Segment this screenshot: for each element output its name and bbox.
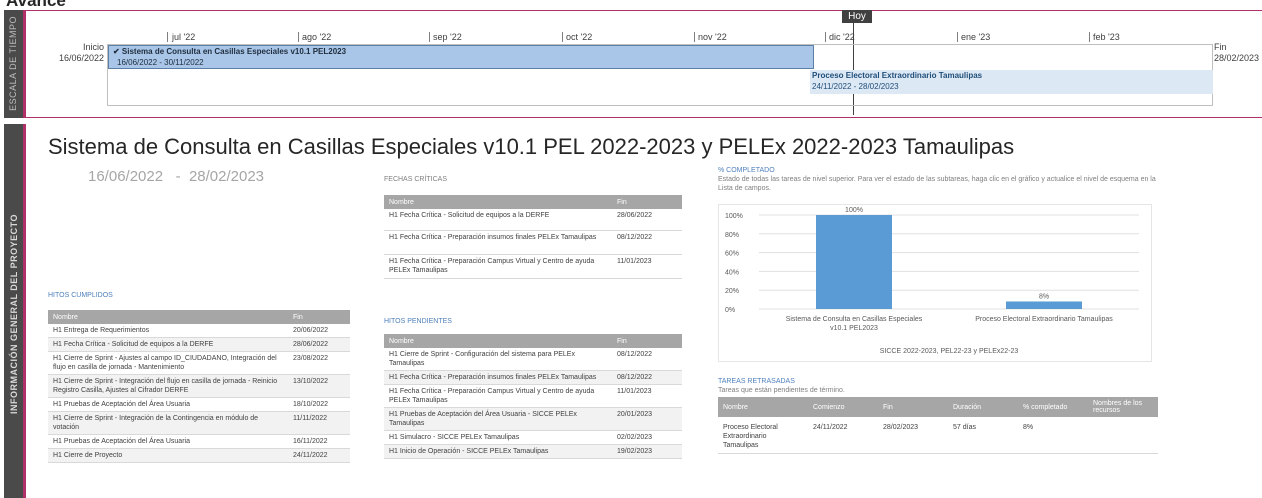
- month-tick: [562, 32, 563, 42]
- table-row[interactable]: H1 Fecha Crítica - Preparación Campus Vi…: [384, 254, 682, 279]
- column-header: Nombre: [718, 397, 808, 417]
- column-header: % completado: [1018, 397, 1088, 417]
- category-label: Proceso Electoral Extraordinario Tamauli…: [975, 316, 1113, 323]
- data-label: 8%: [1039, 293, 1049, 300]
- y-tick-label: 60%: [725, 251, 739, 258]
- task-bar-dates: 16/06/2022 - 30/11/2022: [117, 58, 204, 67]
- table-row[interactable]: H1 Fecha Crítica - Preparación insumos f…: [384, 370, 682, 385]
- month-label: ene '23: [961, 32, 991, 42]
- table-row[interactable]: H1 Pruebas de Aceptación del Área Usuari…: [48, 434, 350, 449]
- month-label: feb '23: [1093, 32, 1120, 42]
- table-row[interactable]: H1 Fecha Crítica - Preparación insumos f…: [384, 230, 682, 255]
- divider: [26, 117, 1262, 118]
- table-row[interactable]: H1 Pruebas de Aceptación del Área Usuari…: [384, 407, 682, 431]
- bar[interactable]: [1006, 301, 1082, 309]
- project-side-label: INFORMACIÓN GENERAL DEL PROYECTO: [4, 124, 26, 498]
- month-label: sep '22: [433, 32, 462, 42]
- timeline-side-label: ESCALA DE TIEMPO: [4, 10, 26, 118]
- table-row[interactable]: H1 Cierre de Sprint - Integración del fl…: [48, 374, 350, 398]
- y-tick-label: 100%: [725, 213, 743, 220]
- column-header: Fin: [878, 397, 948, 417]
- section-label-hitos-cumplidos: HITOS CUMPLIDOS: [48, 292, 113, 299]
- timeline[interactable]: ESCALA DE TIEMPO Hoy jul '22 ago '22 sep…: [4, 10, 1262, 118]
- month-tick: [694, 32, 695, 42]
- month-tick: [429, 32, 430, 42]
- month-label: oct '22: [566, 32, 593, 42]
- timeline-task-bar[interactable]: ✔ Sistema de Consulta en Casillas Especi…: [108, 45, 814, 69]
- column-header: Fin: [288, 310, 350, 324]
- task-bar-title: ✔ Sistema de Consulta en Casillas Especi…: [113, 47, 347, 56]
- tareas-retrasadas-description: Tareas que están pendientes de término.: [718, 387, 845, 394]
- data-label: 100%: [845, 207, 863, 214]
- x-axis-title: SICCE 2022-2023, PEL22-23 y PELEx22-23: [880, 348, 1019, 355]
- table-row[interactable]: H1 Cierre de Proyecto 24/11/2022: [48, 448, 350, 463]
- month-label: nov '22: [698, 32, 727, 42]
- column-header: Fin: [612, 195, 682, 209]
- bar[interactable]: [816, 215, 892, 309]
- table-row[interactable]: H1 Entrega de Requerimientos 20/06/2022: [48, 324, 350, 338]
- column-header: Comienzo: [808, 397, 878, 417]
- table-row[interactable]: H1 Cierre de Sprint - Ajustes al campo I…: [48, 351, 350, 375]
- month-tick: [298, 32, 299, 42]
- project-dates: 16/06/2022 - 28/02/2023: [88, 168, 265, 185]
- y-tick-label: 20%: [725, 288, 739, 295]
- month-label: jul '22: [172, 32, 196, 42]
- month-tick: [167, 32, 168, 42]
- table-row[interactable]: Proceso Electoral Extraordinario Tamauli…: [718, 417, 1158, 454]
- hitos-pendientes-table[interactable]: Nombre Fin H1 Cierre de Sprint - Configu…: [384, 334, 682, 459]
- y-tick-label: 0%: [725, 307, 735, 314]
- timeline-start: Inicio 16/06/2022: [58, 42, 104, 63]
- column-header: Nombre: [48, 310, 288, 324]
- column-header: Nombres de los recursos: [1088, 397, 1158, 417]
- month-tick: [825, 32, 826, 42]
- column-header: Nombre: [384, 334, 612, 348]
- month-tick: [1089, 32, 1090, 42]
- month-label: ago '22: [302, 32, 332, 42]
- y-tick-label: 80%: [725, 232, 739, 239]
- timeline-end: Fin 28/02/2023: [1214, 42, 1260, 63]
- column-header: Fin: [612, 334, 682, 348]
- fechas-criticas-table[interactable]: Nombre Fin H1 Fecha Crítica - Solicitud …: [384, 195, 682, 279]
- section-label-hitos-pendientes: HITOS PENDIENTES: [384, 318, 452, 325]
- table-row[interactable]: H1 Pruebas de Aceptación del Área Usuari…: [48, 397, 350, 412]
- divider: [26, 10, 1262, 11]
- hitos-cumplidos-table[interactable]: Nombre Fin H1 Entrega de Requerimientos …: [48, 310, 350, 463]
- today-marker: Hoy: [842, 10, 872, 23]
- tareas-retrasadas-table[interactable]: Nombre Comienzo Fin Duración % completad…: [718, 397, 1158, 454]
- task-bar-title: Proceso Electoral Extraordinario Tamauli…: [812, 71, 983, 80]
- completion-chart[interactable]: 0% 20% 40% 60% 80% 100% 100% Sistema de Consult…: [718, 204, 1152, 362]
- timeline-task-bar[interactable]: Proceso Electoral Extraordinario Tamauli…: [810, 70, 1213, 94]
- table-row[interactable]: H1 Cierre de Sprint - Integración de la …: [48, 411, 350, 435]
- column-header: Nombre: [384, 195, 612, 209]
- column-header: Duración: [948, 397, 1018, 417]
- table-row[interactable]: H1 Cierre de Sprint - Configuración del …: [384, 348, 682, 371]
- completion-chart-svg[interactable]: 0% 20% 40% 60% 80% 100% 100% Sistema de Consult…: [719, 205, 1153, 363]
- month-tick: [957, 32, 958, 42]
- chart-description: Estado de todas las tareas de nivel supe…: [718, 176, 1156, 192]
- section-label-fechas-criticas: FECHAS CRÍTICAS: [384, 176, 448, 183]
- table-row[interactable]: H1 Inicio de Operación - SICCE PELEx Tam…: [384, 444, 682, 459]
- category-label: Sistema de Consulta en Casillas Especial…: [786, 316, 923, 323]
- section-label-completado: % COMPLETADO: [718, 167, 775, 174]
- table-row[interactable]: H1 Simulacro - SICCE PELEx Tamaulipas 02…: [384, 430, 682, 445]
- table-row[interactable]: H1 Fecha Crítica - Solicitud de equipos …: [48, 337, 350, 352]
- task-bar-dates: 24/11/2022 - 28/02/2023: [812, 82, 899, 91]
- month-label: dic '22: [829, 32, 855, 42]
- y-tick-label: 40%: [725, 269, 739, 276]
- section-label-tareas-retrasadas: TAREAS RETRASADAS: [718, 378, 795, 385]
- category-label: v10.1 PEL2023: [830, 325, 878, 332]
- table-row[interactable]: H1 Fecha Crítica - Preparación Campus Vi…: [384, 384, 682, 408]
- table-row[interactable]: H1 Fecha Crítica - Solicitud de equipos …: [384, 209, 682, 231]
- project-title: Sistema de Consulta en Casillas Especial…: [48, 134, 1015, 159]
